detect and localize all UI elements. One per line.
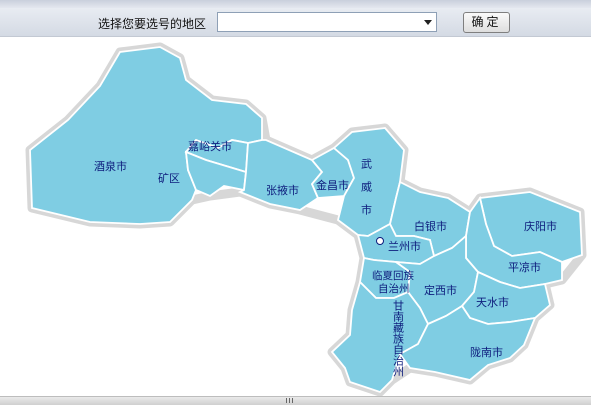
toolbar-top-strip bbox=[0, 0, 591, 8]
label-jiuquan[interactable]: 酒泉市 bbox=[94, 159, 127, 173]
confirm-button[interactable]: 确定 bbox=[463, 12, 510, 33]
map-svg: 酒泉市 嘉峪关市 矿区 张掖市 金昌市 武威市 白银市 兰州市 庆阳市 平凉市 … bbox=[25, 42, 587, 396]
label-baiyin[interactable]: 白银市 bbox=[414, 219, 447, 233]
label-zhangye[interactable]: 张掖市 bbox=[266, 183, 299, 197]
label-jiayuguan[interactable]: 嘉峪关市 bbox=[188, 139, 232, 153]
label-dingxi[interactable]: 定西市 bbox=[424, 283, 457, 297]
label-tianshui[interactable]: 天水市 bbox=[476, 295, 509, 309]
label-wuwei[interactable]: 武威市 bbox=[360, 158, 373, 227]
gansu-map: 酒泉市 嘉峪关市 矿区 张掖市 金昌市 武威市 白银市 兰州市 庆阳市 平凉市 … bbox=[0, 36, 591, 396]
toolbar: 选择您要选号的地区 确定 bbox=[0, 0, 591, 37]
resize-grip-icon[interactable] bbox=[286, 398, 294, 403]
label-qingyang[interactable]: 庆阳市 bbox=[524, 219, 557, 233]
label-kuangqu[interactable]: 矿区 bbox=[158, 172, 180, 185]
region-select[interactable] bbox=[217, 12, 437, 32]
label-jinchang[interactable]: 金昌市 bbox=[316, 178, 349, 192]
label-longnan[interactable]: 陇南市 bbox=[470, 345, 503, 359]
chevron-down-icon[interactable] bbox=[424, 20, 432, 25]
capital-dot-icon bbox=[376, 237, 384, 245]
label-linxia-l1: 临夏回族 bbox=[372, 269, 414, 282]
region-select-label: 选择您要选号的地区 bbox=[98, 17, 207, 31]
label-gannan[interactable]: 甘南藏族自治州 bbox=[392, 300, 405, 377]
label-pingliang[interactable]: 平凉市 bbox=[508, 260, 541, 274]
label-lanzhou[interactable]: 兰州市 bbox=[388, 239, 421, 253]
label-linxia-l2: 自治州 bbox=[378, 282, 410, 295]
